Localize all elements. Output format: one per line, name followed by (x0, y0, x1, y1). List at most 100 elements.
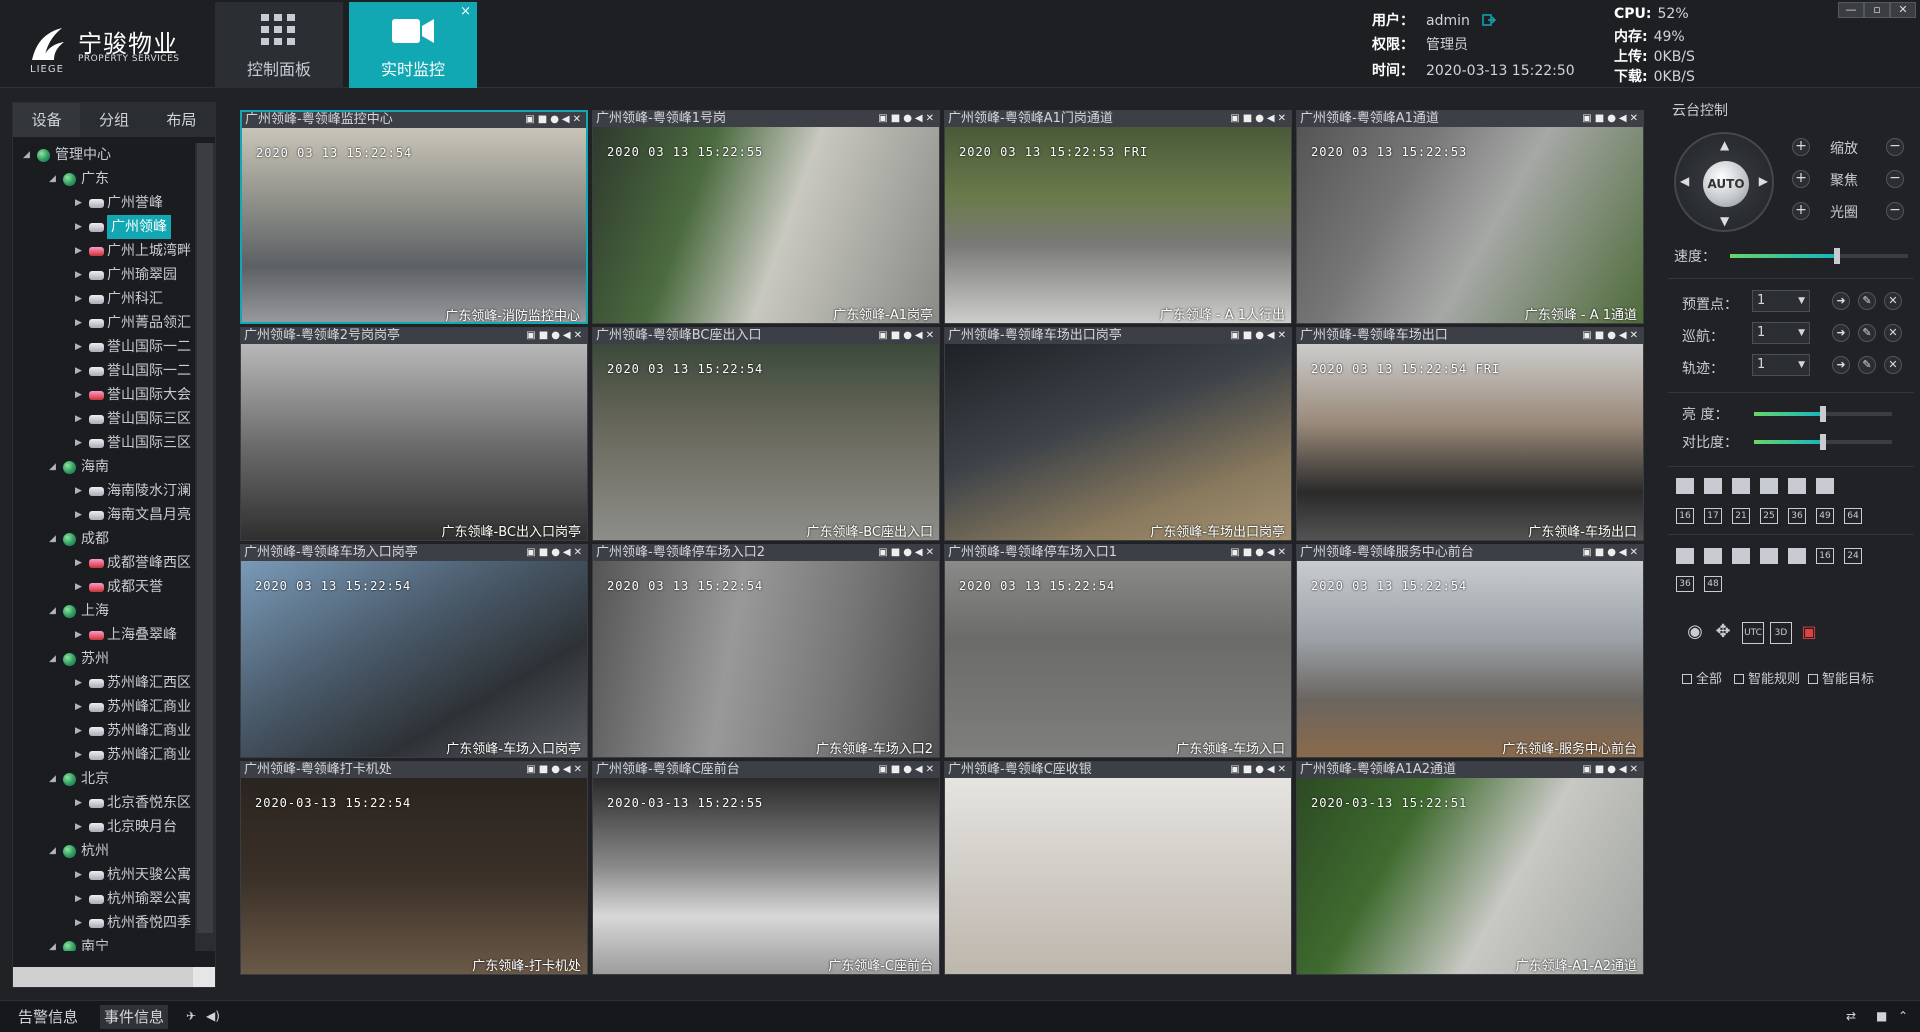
tree-node[interactable]: ▶ 杭州香悦四季 (13, 911, 197, 935)
right-arrow-icon[interactable]: ▶ (1759, 174, 1768, 188)
speed-slider[interactable] (1730, 248, 1908, 264)
video-tile[interactable]: 广州领峰-粤领峰C座前台 ▣■●◀✕ 2020-03-13 15:22:55 广东领峰… (592, 761, 940, 975)
collapse-arrow-icon[interactable]: ▶ (75, 311, 82, 335)
video-tile[interactable]: 广州领峰-粤领峰C座收银 ▣■●◀✕ (944, 761, 1292, 975)
tree-node[interactable]: ◢ 苏州 (13, 647, 197, 671)
layout-number-button[interactable]: 48 (1704, 576, 1722, 592)
collapse-arrow-icon[interactable]: ▶ (75, 479, 82, 503)
layout-wide-2-icon[interactable] (1704, 548, 1722, 564)
tree-node[interactable]: ▶ 誉山国际三区 (13, 407, 197, 431)
collapse-arrow-icon[interactable]: ▶ (75, 359, 82, 383)
tab-live-monitor[interactable]: 实时监控 × (349, 2, 477, 88)
collapse-arrow-icon[interactable]: ▶ (75, 671, 82, 695)
layout-number-button[interactable]: 36 (1676, 576, 1694, 592)
collapse-arrow-icon[interactable]: ▶ (75, 887, 82, 911)
utc-icon[interactable]: UTC (1742, 622, 1764, 644)
tab-event-info[interactable]: 事件信息 (100, 1005, 169, 1029)
tab-groups[interactable]: 分组 (80, 103, 147, 137)
video-tile-toolbar-icons[interactable]: ▣■●◀✕ (526, 546, 585, 560)
video-tile-toolbar-icons[interactable]: ▣■●◀✕ (1582, 546, 1641, 560)
focus-out-button[interactable]: − (1886, 170, 1904, 188)
expand-arrow-icon[interactable]: ◢ (23, 143, 30, 167)
ptz-direction-pad[interactable]: ▲ ▼ ◀ ▶ AUTO (1674, 132, 1774, 232)
tree-node[interactable]: ▶ 海南文昌月亮 (13, 503, 197, 527)
swap-icon[interactable]: ⇄ (1846, 1009, 1856, 1023)
track-go-button[interactable]: ➜ (1832, 356, 1850, 374)
layout-number-button[interactable]: 36 (1788, 508, 1806, 524)
tree-node[interactable]: ▶ 海南陵水汀澜 (13, 479, 197, 503)
collapse-arrow-icon[interactable]: ▶ (75, 695, 82, 719)
tree-node[interactable]: ◢ 广东 (13, 167, 197, 191)
tree-node[interactable]: ▶ 杭州瑜翠公寓 (13, 887, 197, 911)
tree-scrollbar[interactable] (195, 143, 215, 951)
collapse-arrow-icon[interactable]: ▶ (75, 623, 82, 647)
layout-number-button[interactable]: 49 (1816, 508, 1834, 524)
tree-node[interactable]: ▶ 杭州天骏公寓 (13, 863, 197, 887)
video-tile-toolbar-icons[interactable]: ▣■●◀✕ (878, 763, 937, 777)
auto-button[interactable]: AUTO (1703, 161, 1749, 207)
video-tile[interactable]: 广州领峰-粤领峰打卡机处 ▣■●◀✕ 2020-03-13 15:22:54 广东领峰… (240, 761, 588, 975)
video-tile-toolbar-icons[interactable]: ▣■●◀✕ (1230, 546, 1289, 560)
video-feed[interactable]: 2020 03 13 15:22:53 FRI 广东领峰 - A 1人行出 (945, 127, 1291, 323)
tree-node[interactable]: ▶ 誉山国际三区 (13, 431, 197, 455)
track-edit-button[interactable]: ✎ (1858, 356, 1876, 374)
tree-node[interactable]: ▶ 誉山国际一二 (13, 335, 197, 359)
collapse-arrow-icon[interactable]: ▶ (75, 335, 82, 359)
collapse-arrow-icon[interactable]: ▶ (75, 815, 82, 839)
collapse-up-icon[interactable]: ⌃ (1898, 1009, 1908, 1023)
tree-node[interactable]: ◢ 南宁 (13, 935, 197, 951)
cruise-go-button[interactable]: ➜ (1832, 324, 1850, 342)
cruise-select[interactable]: 1 ▼ (1752, 322, 1810, 344)
video-feed[interactable]: 2020 03 13 15:22:55 广东领峰-A1岗亭 (593, 127, 939, 323)
zoom-in-button[interactable]: + (1792, 138, 1810, 156)
brightness-slider[interactable] (1754, 406, 1892, 422)
collapse-arrow-icon[interactable]: ▶ (75, 191, 82, 215)
collapse-arrow-icon[interactable]: ▶ (75, 431, 82, 455)
collapse-arrow-icon[interactable]: ▶ (75, 911, 82, 935)
video-feed[interactable]: 2020 03 13 15:22:54 广东领峰-BC座出入口 (593, 344, 939, 540)
zoom-out-button[interactable]: − (1886, 138, 1904, 156)
video-tile[interactable]: 广州领峰-粤领峰服务中心前台 ▣■●◀✕ 2020 03 13 15:22:54 广东… (1296, 544, 1644, 758)
tree-node[interactable]: ◢ 海南 (13, 455, 197, 479)
left-arrow-icon[interactable]: ◀ (1680, 174, 1689, 188)
collapse-arrow-icon[interactable]: ▶ (75, 383, 82, 407)
layout-12-icon[interactable] (1816, 478, 1834, 494)
tab-alarm-info[interactable]: 告警信息 (14, 1005, 82, 1029)
video-tile[interactable]: 广州领峰-粤领峰车场出口 ▣■●◀✕ 2020 03 13 15:22:54 FRI… (1296, 327, 1644, 541)
tree-node[interactable]: ▶ 苏州峰汇西区 (13, 671, 197, 695)
contrast-slider[interactable] (1754, 434, 1892, 450)
video-tile[interactable]: 广州领峰-粤领峰1号岗 ▣■●◀✕ 2020 03 13 15:22:55 广东领峰-… (592, 110, 940, 324)
collapse-arrow-icon[interactable]: ▶ (75, 743, 82, 767)
pin-icon[interactable]: ✈ (186, 1009, 196, 1023)
tree-node[interactable]: ▶ 誉山国际一二 (13, 359, 197, 383)
expand-arrow-icon[interactable]: ◢ (49, 767, 56, 791)
cruise-delete-button[interactable]: ✕ (1884, 324, 1902, 342)
layout-number-button[interactable]: 16 (1676, 508, 1694, 524)
tree-node[interactable]: ▶ 上海叠翠峰 (13, 623, 197, 647)
tree-node[interactable]: ▶ 苏州峰汇商业 (13, 695, 197, 719)
collapse-arrow-icon[interactable]: ▶ (75, 863, 82, 887)
down-arrow-icon[interactable]: ▼ (1720, 214, 1729, 228)
preset-edit-button[interactable]: ✎ (1858, 292, 1876, 310)
video-tile-toolbar-icons[interactable]: ▣■●◀✕ (1582, 763, 1641, 777)
record-icon[interactable]: ▣ (1798, 622, 1820, 644)
tree-node[interactable]: ▶ 广州瑜翠园 (13, 263, 197, 287)
video-tile[interactable]: 广州领峰-粤领峰A1门岗通道 ▣■●◀✕ 2020 03 13 15:22:53 F… (944, 110, 1292, 324)
layout-wide-3-icon[interactable] (1732, 548, 1750, 564)
video-tile-toolbar-icons[interactable]: ▣■●◀✕ (878, 112, 937, 126)
layout-number-button[interactable]: 17 (1704, 508, 1722, 524)
video-tile[interactable]: 广州领峰-粤领峰A1A2通道 ▣■●◀✕ 2020-03-13 15:22:51 广东… (1296, 761, 1644, 975)
video-tile[interactable]: 广州领峰-粤领峰A1通道 ▣■●◀✕ 2020 03 13 15:22:53 广东领峰… (1296, 110, 1644, 324)
tree-node[interactable]: ▶ 广州上城湾畔 (13, 239, 197, 263)
close-button[interactable]: ✕ (1890, 2, 1916, 18)
layout-1-icon[interactable] (1676, 478, 1694, 494)
expand-arrow-icon[interactable]: ◢ (49, 599, 56, 623)
collapse-arrow-icon[interactable]: ▶ (75, 239, 82, 263)
layout-number-button[interactable]: 64 (1844, 508, 1862, 524)
video-tile-toolbar-icons[interactable]: ▣■●◀✕ (878, 546, 937, 560)
video-feed[interactable]: 2020 03 13 15:22:54 广东领峰-车场入口 (945, 561, 1291, 757)
video-tile-toolbar-icons[interactable]: ▣■●◀✕ (1230, 763, 1289, 777)
tree-node[interactable]: ▶ 广州领峰 (13, 215, 197, 239)
layout-wide-4-icon[interactable] (1760, 548, 1778, 564)
3d-icon[interactable]: 3D (1770, 622, 1792, 644)
